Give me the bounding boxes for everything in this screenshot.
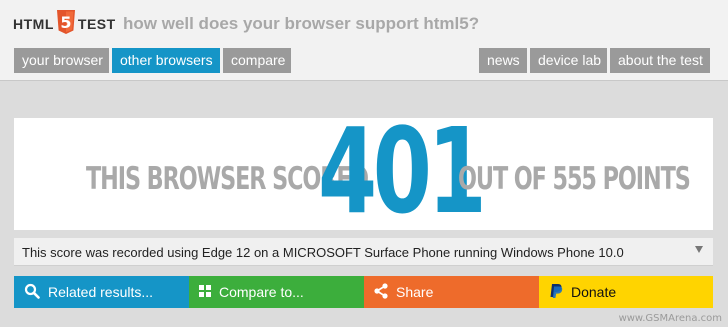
grid-icon bbox=[199, 284, 211, 300]
logo-text-test: TEST bbox=[77, 16, 116, 32]
nav-news[interactable]: news bbox=[479, 48, 527, 73]
tagline: how well does your browser support html5… bbox=[123, 14, 480, 33]
share-button[interactable]: Share bbox=[364, 276, 539, 308]
site-logo[interactable]: HTML 5 TEST bbox=[13, 9, 116, 40]
related-results-button[interactable]: Related results... bbox=[14, 276, 189, 308]
share-icon bbox=[374, 282, 388, 302]
nav-your-browser[interactable]: your browser bbox=[14, 48, 109, 73]
logo-text-html: HTML bbox=[13, 16, 54, 32]
site-header: HTML 5 TEST how well does your browser s… bbox=[0, 0, 728, 81]
score-details-text: This score was recorded using Edge 12 on… bbox=[22, 245, 624, 260]
chevron-down-icon bbox=[695, 246, 703, 253]
compare-to-button[interactable]: Compare to... bbox=[189, 276, 364, 308]
watermark: www.GSMArena.com bbox=[618, 313, 722, 324]
compare-to-label: Compare to... bbox=[219, 284, 304, 300]
score-panel: THIS BROWSER SCORED 401 OUT OF 555 POINT… bbox=[14, 112, 713, 230]
donate-label: Donate bbox=[571, 284, 617, 300]
score-details-dropdown[interactable]: This score was recorded using Edge 12 on… bbox=[14, 238, 713, 266]
share-label: Share bbox=[396, 284, 434, 300]
nav-other-browsers[interactable]: other browsers bbox=[112, 48, 220, 73]
logo-badge-number: 5 bbox=[60, 13, 71, 32]
donate-button[interactable]: Donate bbox=[539, 276, 713, 308]
score-suffix: OUT OF 555 POINTS bbox=[458, 161, 691, 197]
related-results-label: Related results... bbox=[48, 284, 154, 300]
search-icon bbox=[24, 283, 40, 302]
paypal-icon bbox=[549, 283, 563, 302]
html5-shield-icon: 5 bbox=[56, 9, 76, 40]
nav-about-the-test[interactable]: about the test bbox=[610, 48, 710, 73]
nav-device-lab[interactable]: device lab bbox=[530, 48, 607, 73]
nav-compare[interactable]: compare bbox=[223, 48, 291, 73]
